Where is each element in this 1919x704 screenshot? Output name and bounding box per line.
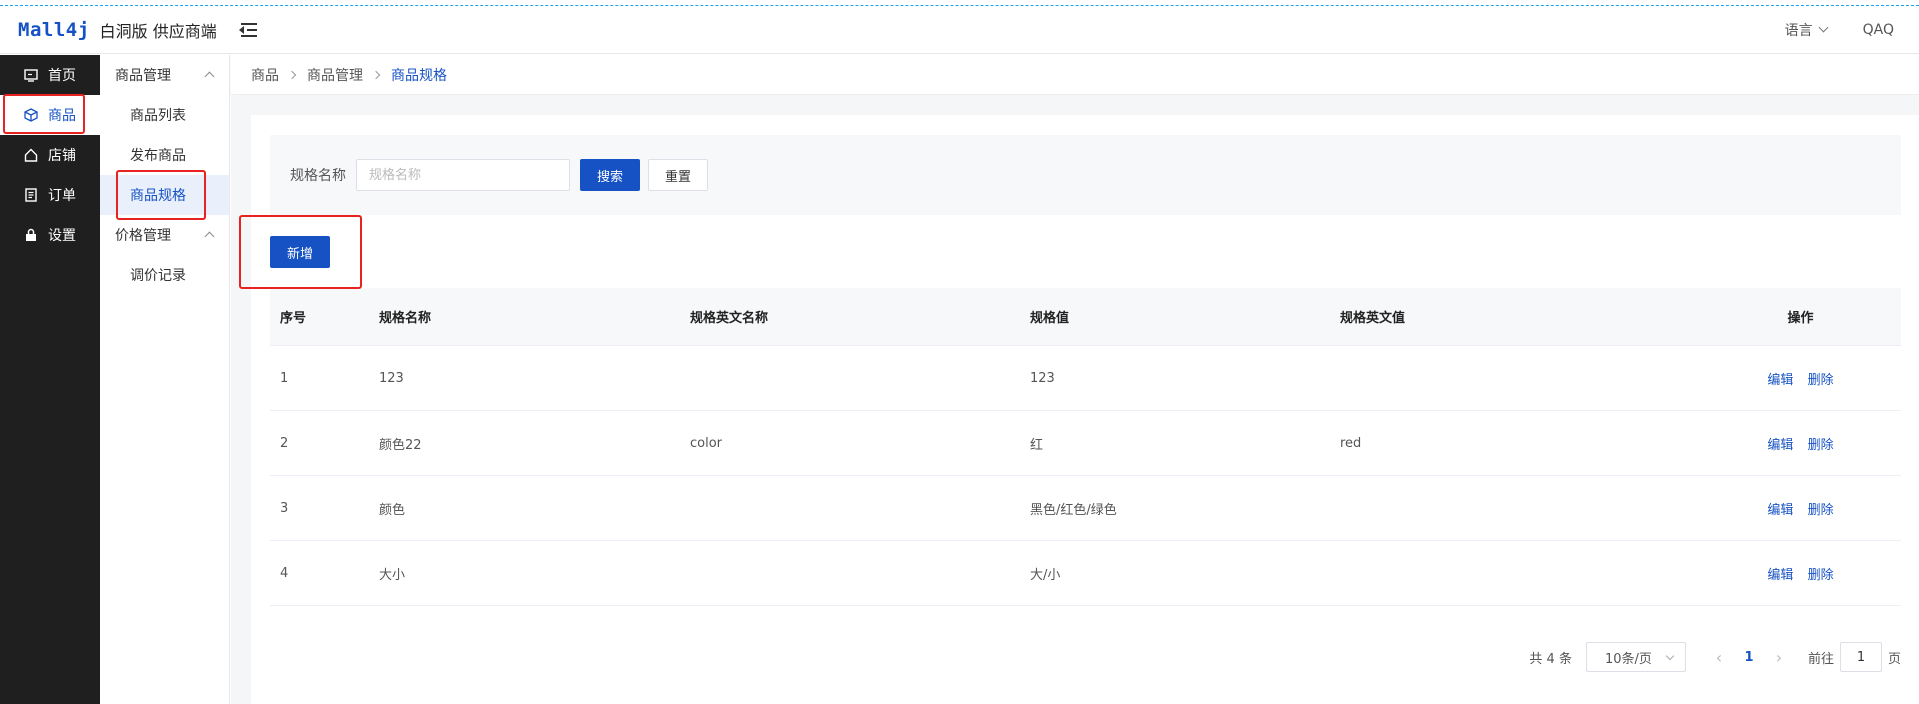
prev-page-button[interactable]: ‹ xyxy=(1704,648,1734,667)
edit-link[interactable]: 编辑 xyxy=(1767,503,1793,518)
goto-label: 前往 xyxy=(1807,651,1834,667)
submenu-group-label: 商品管理 xyxy=(115,68,171,84)
submenu-group-price-management[interactable]: 价格管理 xyxy=(100,215,229,255)
page-number[interactable]: 1 xyxy=(1734,650,1764,665)
sidebar-item-label: 店铺 xyxy=(48,148,76,164)
sidebar-item-label: 首页 xyxy=(48,68,76,84)
submenu-group-label: 价格管理 xyxy=(115,228,171,244)
column-header-spec-value: 规格值 xyxy=(1030,311,1070,326)
cell-spec-value: 大/小 xyxy=(1030,567,1061,583)
sidebar-item-label: 订单 xyxy=(48,188,76,204)
goto-page-input[interactable] xyxy=(1839,642,1882,672)
app-logo[interactable]: Mall4j 白洞版 供应商端 xyxy=(18,18,217,42)
chevron-down-icon xyxy=(1818,22,1829,33)
user-menu[interactable]: QAQ xyxy=(1863,22,1894,38)
sidebar-item-label: 设置 xyxy=(48,228,76,244)
cell-spec-value: 红 xyxy=(1030,437,1044,453)
spec-table: 序号 规格名称 规格英文名称 规格值 规格英文值 操作 1 123 123 编辑… xyxy=(270,288,1901,606)
document-icon xyxy=(24,188,38,202)
sidebar-item-product[interactable]: 商品 xyxy=(0,95,100,135)
sidebar-item-label: 商品 xyxy=(48,108,76,124)
edit-link[interactable]: 编辑 xyxy=(1767,568,1793,583)
pagination: 共 4 条 10条/页 ‹ 1 › 前往 页 xyxy=(1529,642,1901,672)
reset-button[interactable]: 重置 xyxy=(648,159,709,191)
cell-spec-name: 颜色 xyxy=(379,502,406,518)
breadcrumb: 商品 商品管理 商品规格 xyxy=(231,55,1919,95)
cell-actions: 编辑 删除 xyxy=(1720,499,1901,518)
delete-link[interactable]: 删除 xyxy=(1808,373,1834,388)
column-header-actions: 操作 xyxy=(1787,311,1814,326)
table-row: 4 大小 大/小 编辑 删除 xyxy=(270,541,1901,606)
cell-actions: 编辑 删除 xyxy=(1720,369,1901,388)
cell-spec-name: 123 xyxy=(379,370,404,386)
chevron-up-icon xyxy=(204,231,215,242)
table-row: 3 颜色 黑色/红色/绿色 编辑 删除 xyxy=(270,476,1901,541)
submenu-item-publish-product[interactable]: 发布商品 xyxy=(100,135,229,175)
cell-actions: 编辑 删除 xyxy=(1720,564,1901,583)
language-dropdown[interactable]: 语言 xyxy=(1784,20,1829,40)
delete-link[interactable]: 删除 xyxy=(1808,503,1834,518)
cell-index: 4 xyxy=(280,565,289,581)
breadcrumb-item-product-management[interactable]: 商品管理 xyxy=(307,65,363,85)
submenu-item-product-list[interactable]: 商品列表 xyxy=(100,95,229,135)
delete-link[interactable]: 删除 xyxy=(1808,438,1834,453)
edit-link[interactable]: 编辑 xyxy=(1767,373,1793,388)
page-unit-label: 页 xyxy=(1887,651,1901,667)
submenu-item-product-spec[interactable]: 商品规格 xyxy=(100,175,229,215)
table-row: 2 颜色22 color 红 red 编辑 删除 xyxy=(270,411,1901,476)
submenu-group-product-management[interactable]: 商品管理 xyxy=(100,55,229,95)
column-header-spec-name: 规格名称 xyxy=(379,311,432,326)
spec-name-input[interactable] xyxy=(356,159,570,191)
logo-text: 白洞版 供应商端 xyxy=(99,21,217,41)
sidebar: 首页 商品 店铺 订单 设置 xyxy=(0,55,100,704)
column-header-spec-name-en: 规格英文名称 xyxy=(690,311,769,326)
chevron-down-icon xyxy=(1665,651,1675,661)
sidebar-item-home[interactable]: 首页 xyxy=(0,55,100,95)
next-page-button[interactable]: › xyxy=(1764,648,1794,667)
delete-link[interactable]: 删除 xyxy=(1808,568,1834,583)
column-header-spec-value-en: 规格英文值 xyxy=(1340,311,1406,326)
monitor-icon xyxy=(24,68,38,82)
sidebar-item-settings[interactable]: 设置 xyxy=(0,215,100,255)
top-header: Mall4j 白洞版 供应商端 语言 QAQ xyxy=(0,6,1919,54)
spec-name-label: 规格名称 xyxy=(290,168,346,184)
cell-spec-name-en: color xyxy=(690,435,723,451)
cell-spec-name: 颜色22 xyxy=(379,437,422,453)
chevron-up-icon xyxy=(204,71,215,82)
lock-icon xyxy=(24,228,38,242)
submenu: 商品管理 商品列表 发布商品 商品规格 价格管理 调价记录 xyxy=(100,55,230,704)
search-form: 规格名称 搜索 重置 xyxy=(270,135,1901,215)
breadcrumb-current: 商品规格 xyxy=(391,67,447,84)
cube-icon xyxy=(24,108,38,122)
cell-spec-value: 黑色/红色/绿色 xyxy=(1030,502,1117,518)
cell-index: 3 xyxy=(280,500,289,516)
home-icon xyxy=(24,148,38,162)
table-header: 序号 规格名称 规格英文名称 规格值 规格英文值 操作 xyxy=(270,288,1901,346)
chevron-right-icon xyxy=(287,70,297,79)
page-size-select[interactable]: 10条/页 xyxy=(1585,642,1686,672)
sidebar-item-order[interactable]: 订单 xyxy=(0,175,100,215)
logo-mark: Mall4j xyxy=(18,18,90,41)
menu-fold-icon[interactable] xyxy=(238,22,257,38)
cell-index: 2 xyxy=(280,435,289,451)
add-button[interactable]: 新增 xyxy=(270,236,331,268)
cell-spec-value: 123 xyxy=(1030,370,1055,386)
chevron-right-icon xyxy=(371,70,381,79)
table-row: 1 123 123 编辑 删除 xyxy=(270,346,1901,411)
cell-actions: 编辑 删除 xyxy=(1720,434,1901,453)
page-size-value: 10条/页 xyxy=(1604,651,1652,667)
breadcrumb-item-product[interactable]: 商品 xyxy=(251,65,279,85)
language-label: 语言 xyxy=(1784,22,1813,39)
submenu-item-price-adjust-log[interactable]: 调价记录 xyxy=(100,255,229,295)
cell-spec-name: 大小 xyxy=(379,567,406,583)
sidebar-item-shop[interactable]: 店铺 xyxy=(0,135,100,175)
column-header-index: 序号 xyxy=(280,311,307,326)
pagination-total: 共 4 条 xyxy=(1529,651,1572,667)
search-button[interactable]: 搜索 xyxy=(580,159,641,191)
edit-link[interactable]: 编辑 xyxy=(1767,438,1793,453)
cell-spec-value-en: red xyxy=(1340,435,1362,451)
cell-index: 1 xyxy=(280,370,289,386)
